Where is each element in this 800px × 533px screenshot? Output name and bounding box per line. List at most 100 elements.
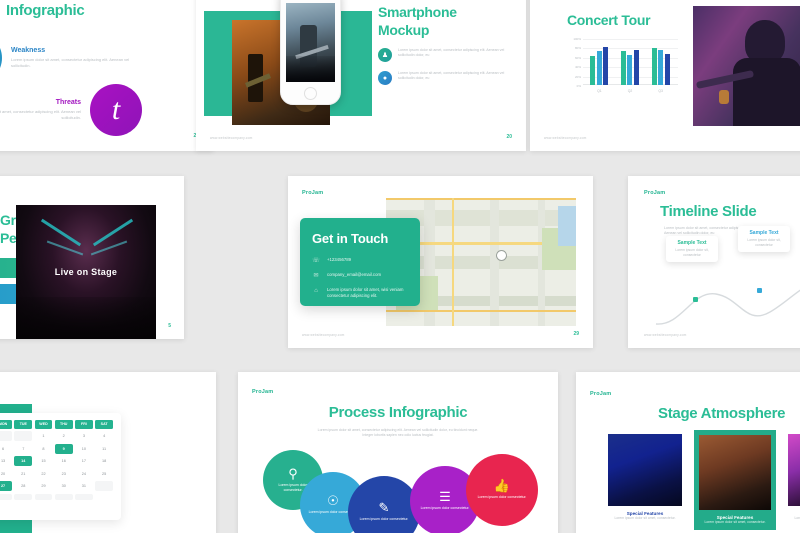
page-title: Concert Tour	[567, 12, 651, 28]
threats-letter: t	[111, 93, 121, 126]
process-step-5[interactable]: 👍 Lorem ipsum dolor consectetur.	[466, 454, 538, 526]
slide-timeline[interactable]: ProJam Timeline Slide Lorem ipsum dolor …	[628, 176, 800, 348]
contact-title: Get in Touch	[312, 231, 389, 246]
calendar-day[interactable]: 22	[35, 469, 53, 479]
bar-q3-s1	[651, 47, 657, 85]
bar-q2-s2	[627, 55, 633, 85]
bar-q3-s2	[658, 49, 664, 85]
location-icon: ⌂	[314, 288, 318, 294]
calendar-day[interactable]: 24	[75, 469, 93, 479]
calendar-day-selected[interactable]: 27	[0, 481, 12, 492]
slide-gallery: Infographic w Weakness Lorem ipsum dolor…	[0, 0, 800, 533]
calendar-day[interactable]: 4	[95, 431, 113, 441]
calendar-grid-card: SUN MON TUE WED THU FRI SAT 123456789101…	[0, 413, 121, 520]
timeline-body-2: Lorem ipsum dolor sit, consectetur	[747, 238, 781, 247]
bullet-item-1: ♟ Lorem ipsum dolor sit amet, consectetu…	[378, 48, 510, 62]
footer-url: www.websitecompany.com	[302, 333, 345, 337]
page-title: Infographic	[6, 2, 85, 19]
contact-address: ⌂ Lorem ipsum dolor sit amet, wisi venia…	[312, 287, 408, 300]
timeline-heading-2: Sample Text	[749, 230, 779, 236]
slide-concert-tour[interactable]: Concert Tour 100% 80% 60% 40% 20% 0% Q1 …	[530, 0, 800, 151]
bar-group-q1	[590, 46, 609, 85]
footer-url: www.websitecompany.com	[644, 333, 687, 337]
page-number: 20	[506, 134, 512, 140]
footer-url: www.websitecompany.com	[210, 136, 253, 140]
stage-caption: Live on Stage	[54, 267, 118, 277]
bullet-item-2: ● Lorem ipsum dolor sit amet, consectetu…	[378, 71, 510, 85]
timeline-card-2[interactable]: Sample Text Lorem ipsum dolor sit, conse…	[738, 226, 790, 252]
x-axis-labels: Q1 Q2 Q3	[584, 89, 676, 93]
calendar-blank-cell	[34, 493, 53, 500]
weekday-fri: FRI	[75, 420, 93, 429]
slide-smartphone-mockup[interactable]: Smartphone Mockup ♟ Lorem ipsum dolor si…	[196, 0, 526, 151]
threats-text-block: Threats Lorem ipsum dolor sit amet, cons…	[0, 99, 81, 121]
calendar-day[interactable]: 16	[55, 456, 73, 466]
calendar-day[interactable]: 18	[95, 456, 113, 466]
calendar-day[interactable]: 2	[55, 431, 73, 441]
calendar-day[interactable]: 29	[35, 481, 53, 491]
weekday-tue: TUE	[14, 420, 33, 429]
concert-tour-bar-chart: 100% 80% 60% 40% 20% 0% Q1 Q2 Q3	[566, 37, 678, 94]
brand-logo: ProJam	[590, 391, 612, 397]
process-text-3: Lorem ipsum dolor consectetur.	[359, 517, 409, 522]
feature-card-2[interactable]: Special Features Lorem ipsum dolor sit a…	[694, 430, 776, 530]
feature-card-3[interactable]: Special Features Lorem ipsum dolor sit a…	[788, 434, 800, 521]
timeline-body-1: Lorem ipsum dolor sit, consectetur	[675, 248, 709, 257]
calendar-day-selected[interactable]: 14	[14, 456, 33, 467]
timeline-dot-1	[693, 297, 698, 302]
contact-phone[interactable]: ☏ +123456789	[312, 257, 408, 266]
calendar-day[interactable]: 31	[75, 481, 93, 491]
bullet-text-2: Lorem ipsum dolor sit amet, consectetur …	[398, 71, 505, 81]
contact-phone-text: +123456789	[327, 257, 352, 262]
calendar-day[interactable]: 11	[95, 444, 113, 454]
timeline-card-1[interactable]: Sample Text Lorem ipsum dolor sit, conse…	[666, 236, 718, 262]
calendar-blank-cell	[14, 493, 33, 500]
slide-get-in-touch[interactable]: ProJam Get in Touch ☏ +123456789 ✉ compa…	[288, 176, 593, 348]
calendar-day[interactable]: 25	[95, 469, 113, 479]
contact-email[interactable]: ✉ company_email@email.com	[312, 272, 408, 281]
bar-q3-s3	[664, 54, 670, 85]
brand-logo: ProJam	[302, 190, 324, 196]
slide-swot-infographic[interactable]: Infographic w Weakness Lorem ipsum dolor…	[0, 0, 213, 151]
threats-letter-badge: t	[90, 84, 142, 136]
slide-process-infographic[interactable]: ProJam Process Infographic Lorem ipsum d…	[238, 372, 558, 533]
phone-home-button-icon	[304, 87, 317, 100]
calendar-day[interactable]: 15	[35, 456, 53, 466]
calendar-day[interactable]: 3	[75, 431, 93, 441]
process-text-5: Lorem ipsum dolor consectetur.	[477, 495, 527, 500]
feature-photo-2	[699, 435, 771, 510]
calendar-day[interactable]: 20	[0, 469, 12, 479]
calendar-days-grid[interactable]: 1234567891011121314151617181920212223242…	[0, 431, 113, 500]
contact-email-text: company_email@email.com	[327, 272, 382, 277]
weekday-wed: WED	[34, 420, 53, 429]
x-tick-q1: Q1	[597, 89, 602, 93]
calendar-day[interactable]: 30	[55, 481, 73, 491]
bullet-text-1: Lorem ipsum dolor sit amet, consectetur …	[398, 48, 505, 58]
calendar-day[interactable]: 10	[75, 444, 93, 454]
slide-stage-atmosphere[interactable]: ProJam Stage Atmosphere Special Features…	[576, 372, 800, 533]
swot-item-weakness: w Weakness Lorem ipsum dolor sit amet, c…	[0, 32, 140, 84]
calendar-day[interactable]: 17	[75, 456, 93, 466]
calendar-day[interactable]: 13	[0, 456, 12, 466]
timeline-heading-1: Sample Text	[677, 240, 707, 246]
calendar-blank-cell	[95, 481, 113, 492]
bar-groups	[584, 40, 676, 85]
calendar-day[interactable]: 1	[35, 431, 53, 441]
y-tick-100: 100%	[573, 37, 581, 41]
calendar-day[interactable]: 23	[55, 469, 73, 479]
weakness-letter-badge: w	[0, 32, 2, 84]
slide-great-performance[interactable]: Great Performance 08:00 PM ⚑ Eularia Str…	[0, 176, 184, 339]
slide-calendar[interactable]: 2021 SUN MON TUE WED THU FRI SAT 1234567…	[0, 372, 216, 533]
brand-logo: ProJam	[644, 190, 666, 196]
calendar-day[interactable]: 8	[35, 444, 53, 454]
calendar-day[interactable]: 21	[14, 469, 32, 479]
calendar-day[interactable]: 6	[0, 444, 12, 454]
lightbulb-icon: ☉	[327, 493, 339, 509]
calendar-day[interactable]: 7	[14, 444, 32, 454]
feature-photo-1	[608, 434, 682, 506]
feature-card-1[interactable]: Special Features Lorem ipsum dolor sit a…	[608, 434, 682, 521]
calendar-day-selected[interactable]: 9	[54, 443, 73, 454]
calendar-day[interactable]: 28	[14, 481, 32, 491]
contact-card: Get in Touch ☏ +123456789 ✉ company_emai…	[300, 218, 420, 306]
feature-photo-3	[788, 434, 800, 506]
